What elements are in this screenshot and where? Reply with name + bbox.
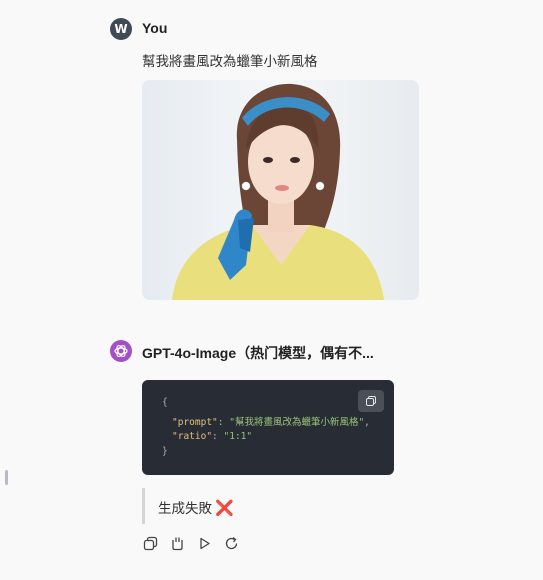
copy-icon: [366, 396, 376, 406]
uploaded-photo[interactable]: [142, 80, 419, 300]
code-colon: :: [212, 431, 224, 442]
play-button[interactable]: [196, 535, 213, 552]
copy-message-icon: [143, 536, 158, 551]
user-message-text: 幫我將畫風改為蠟筆小新風格: [142, 54, 318, 70]
code-ratio-key: "ratio": [172, 431, 213, 442]
bot-avatar: [110, 340, 132, 362]
user-name: You: [142, 20, 168, 36]
code-line-ratio: "ratio": "1:1": [172, 431, 252, 442]
result-quote-bar: [142, 488, 145, 524]
code-ratio-value: "1:1": [223, 431, 253, 442]
copy-code-button[interactable]: [358, 390, 384, 412]
user-avatar: W: [110, 18, 132, 40]
bot-name: GPT-4o-Image（热门模型，偶有不...: [142, 345, 374, 361]
play-icon: [200, 537, 210, 550]
code-colon: :: [217, 417, 230, 428]
openai-logo-icon: [114, 344, 128, 358]
code-close-brace: }: [162, 446, 168, 457]
regenerate-button[interactable]: [169, 535, 186, 552]
regenerate-icon: [172, 537, 183, 551]
code-open-brace: {: [162, 397, 168, 408]
message-actions: [142, 535, 240, 552]
fail-cross-icon: ❌: [215, 499, 234, 517]
portrait-illustration: [142, 80, 419, 300]
code-block: { "prompt": "幫我將畫風改為蠟筆小新風格", "ratio": "1…: [142, 380, 394, 475]
copy-message-button[interactable]: [142, 535, 159, 552]
code-line-prompt: "prompt": "幫我將畫風改為蠟筆小新風格",: [172, 414, 370, 428]
refresh-icon: [225, 536, 238, 550]
code-comma: ,: [364, 417, 370, 428]
code-prompt-value: "幫我將畫風改為蠟筆小新風格": [229, 417, 365, 428]
result-message: 生成失敗 ❌: [158, 497, 234, 517]
user-avatar-letter: W: [114, 22, 128, 36]
code-prompt-key: "prompt": [172, 417, 218, 428]
scroll-indicator[interactable]: [5, 470, 8, 485]
refresh-button[interactable]: [223, 535, 240, 552]
result-text: 生成失敗: [158, 501, 212, 517]
